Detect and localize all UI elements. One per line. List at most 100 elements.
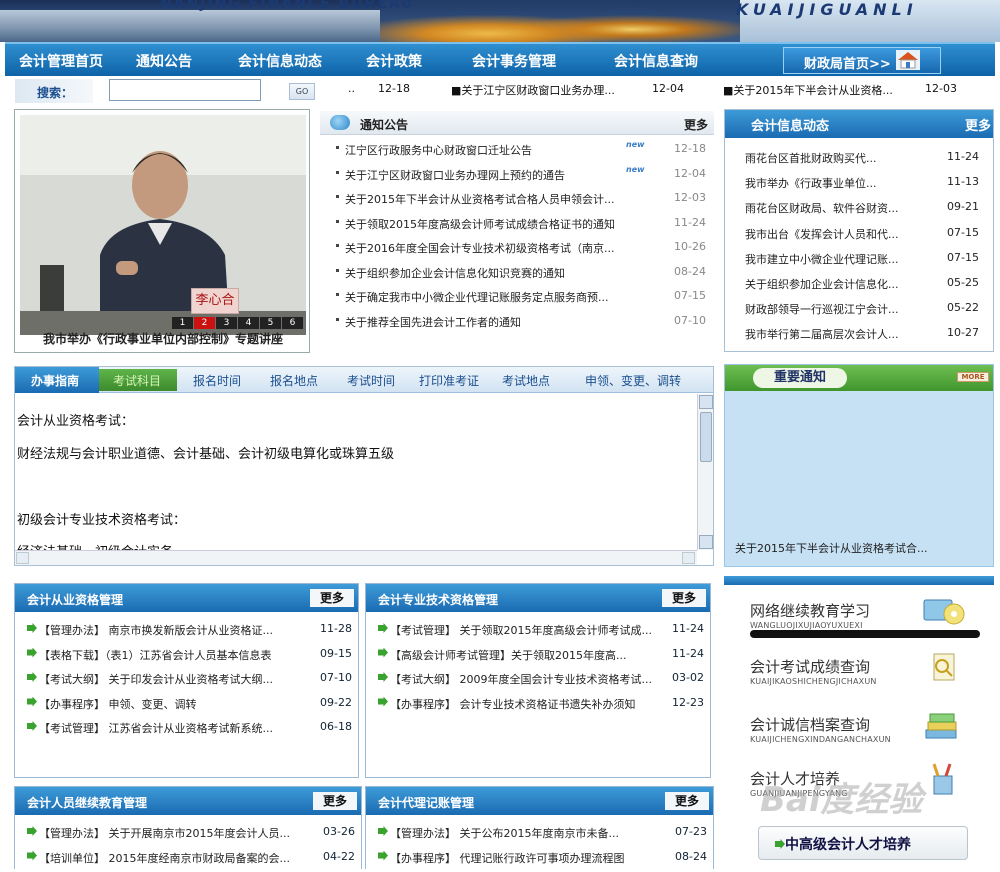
guide-horizontal-scrollbar[interactable] bbox=[15, 550, 697, 565]
list-item[interactable]: 【办事程序】 会计专业技术资格证书遗失补办须知12-23 bbox=[366, 694, 710, 719]
notice-item[interactable]: 关于推荐全国先进会计工作者的通知07-10 bbox=[320, 312, 714, 337]
list-item[interactable]: 【高级会计师考试管理】关于领取2015年度高...11-24 bbox=[366, 645, 710, 670]
photo-caption[interactable]: 我市举办《行政事业单位内部控制》专题讲座 bbox=[15, 330, 311, 347]
nav-item-dynamics[interactable]: 会计信息动态 bbox=[238, 51, 322, 71]
list-item-text[interactable]: 【办事程序】 申领、变更、调转 bbox=[39, 696, 197, 712]
notice-item-text[interactable]: 江宁区行政服务中心财政窗口迁址公告 bbox=[345, 142, 532, 158]
dynamics-item-text[interactable]: 关于组织参加企业会计信息化... bbox=[745, 276, 899, 292]
list-item[interactable]: 【管理办法】 南京市换发新版会计从业资格证...11-28 bbox=[15, 620, 358, 645]
slide-dot[interactable]: 4 bbox=[238, 317, 259, 329]
slide-dot-active[interactable]: 2 bbox=[194, 317, 215, 329]
notice-item[interactable]: 关于领取2015年度高级会计师考试成绩合格证书的通知11-24 bbox=[320, 214, 714, 239]
slide-dot[interactable]: 5 bbox=[260, 317, 281, 329]
list-item-text[interactable]: 【管理办法】 关于公布2015年度南京市未备... bbox=[390, 825, 619, 841]
list-item[interactable]: 【考试大纲】 2009年度全国会计专业技术资格考试...03-02 bbox=[366, 669, 710, 694]
list-item[interactable]: 我市出台《发挥会计人员和代...07-15 bbox=[725, 223, 993, 248]
notice-item[interactable]: 关于2015年下半会计从业资格考试合格人员申领会计...12-03 bbox=[320, 189, 714, 214]
finance-bureau-home-button[interactable]: 财政局首页>> bbox=[783, 47, 941, 74]
box-more-link[interactable]: 更多 bbox=[662, 589, 706, 607]
tab-apply-change-transfer[interactable]: 申领、变更、调转 bbox=[585, 372, 681, 389]
notice-item-text[interactable]: 关于2016年度全国会计专业技术初级资格考试（南京... bbox=[345, 240, 614, 256]
box-more-link[interactable]: 更多 bbox=[310, 589, 354, 607]
notice-item[interactable]: 关于2016年度全国会计专业技术初级资格考试（南京...10-26 bbox=[320, 238, 714, 263]
senior-talent-cultivation-button[interactable]: 中高级会计人才培养 bbox=[758, 826, 968, 860]
link-exam-score-query[interactable]: 会计考试成绩查询 KUAIJIKAOSHICHENGJICHAXUN bbox=[750, 656, 1000, 686]
dynamics-item-text[interactable]: 我市出台《发挥会计人员和代... bbox=[745, 226, 899, 242]
list-item-text[interactable]: 【考试大纲】 2009年度全国会计专业技术资格考试... bbox=[390, 671, 652, 687]
list-item-text[interactable]: 【考试管理】 关于领取2015年度高级会计师考试成... bbox=[390, 622, 652, 638]
lecture-photo[interactable] bbox=[20, 115, 306, 335]
tab-print-admission[interactable]: 打印准考证 bbox=[419, 372, 479, 389]
dynamics-item-text[interactable]: 我市建立中小微企业代理记账... bbox=[745, 251, 899, 267]
nav-item-affairs[interactable]: 会计事务管理 bbox=[472, 51, 556, 71]
tab-exam-place[interactable]: 考试地点 bbox=[502, 372, 550, 389]
list-item[interactable]: 【考试管理】 关于领取2015年度高级会计师考试成...11-24 bbox=[366, 620, 710, 645]
list-item[interactable]: 【考试大纲】 关于印发会计从业资格考试大纲...07-10 bbox=[15, 669, 358, 694]
list-item-text[interactable]: 【办事程序】 会计专业技术资格证书遗失补办须知 bbox=[390, 696, 636, 712]
dynamics-item-text[interactable]: 我市举行第二届高层次会计人... bbox=[745, 326, 899, 342]
link-online-education[interactable]: 网络继续教育学习 WANGLUOJIXUJIAOYUXUEXI bbox=[750, 600, 1000, 630]
dynamics-item-text[interactable]: 雨花台区首批财政购买代... bbox=[745, 150, 877, 166]
list-item-text[interactable]: 【管理办法】 关于开展南京市2015年度会计人员... bbox=[39, 825, 290, 841]
list-item[interactable]: 【管理办法】 关于公布2015年度南京市未备...07-23 bbox=[366, 823, 713, 848]
slide-dot[interactable]: 1 bbox=[172, 317, 193, 329]
notice-item[interactable]: 关于确定我市中小微企业代理记账服务定点服务商预...07-15 bbox=[320, 287, 714, 312]
scroll-right-arrow-icon[interactable] bbox=[682, 552, 695, 564]
list-item-text[interactable]: 【考试大纲】 关于印发会计从业资格考试大纲... bbox=[39, 671, 273, 687]
notice-item-text[interactable]: 关于组织参加企业会计信息化知识竞赛的通知 bbox=[345, 265, 565, 281]
notice-more-link[interactable]: 更多 bbox=[684, 116, 708, 133]
search-input[interactable] bbox=[109, 79, 261, 101]
list-item[interactable]: 【考试管理】 江苏省会计从业资格考试新系统...06-18 bbox=[15, 718, 358, 743]
nav-item-notice[interactable]: 通知公告 bbox=[136, 51, 192, 71]
box-more-link[interactable]: 更多 bbox=[665, 792, 709, 810]
box-more-link[interactable]: 更多 bbox=[313, 792, 357, 810]
list-item-text[interactable]: 【培训单位】 2015年度经南京市财政局备案的会... bbox=[39, 850, 290, 866]
list-item-text[interactable]: 【高级会计师考试管理】关于领取2015年度高... bbox=[390, 647, 626, 663]
list-item[interactable]: 【管理办法】 关于开展南京市2015年度会计人员...03-26 bbox=[15, 823, 361, 848]
important-more-button[interactable]: MORE bbox=[957, 372, 989, 382]
nav-item-query[interactable]: 会计信息查询 bbox=[614, 51, 698, 71]
tab-registration-time[interactable]: 报名时间 bbox=[193, 372, 241, 389]
ticker-text[interactable]: ■关于2015年下半会计从业资格... bbox=[723, 82, 893, 98]
scroll-down-arrow-icon[interactable] bbox=[699, 535, 713, 549]
scroll-thumb[interactable] bbox=[700, 412, 712, 462]
nav-item-policy[interactable]: 会计政策 bbox=[366, 51, 422, 71]
important-item-text[interactable]: 关于2015年下半会计从业资格考试合... bbox=[735, 540, 927, 556]
notice-item-text[interactable]: 关于2015年下半会计从业资格考试合格人员申领会计... bbox=[345, 191, 614, 207]
notice-item-text[interactable]: 关于确定我市中小微企业代理记账服务定点服务商预... bbox=[345, 289, 609, 305]
notice-item[interactable]: 关于组织参加企业会计信息化知识竞赛的通知08-24 bbox=[320, 263, 714, 288]
guide-vertical-scrollbar[interactable] bbox=[697, 394, 713, 550]
list-item-text[interactable]: 【办事程序】 代理记账行政许可事项办理流程图 bbox=[390, 850, 625, 866]
dynamics-item-text[interactable]: 财政部领导一行巡视江宁会计... bbox=[745, 301, 899, 317]
nav-item-home[interactable]: 会计管理首页 bbox=[19, 51, 103, 71]
list-item-text[interactable]: 【表格下载】（表1）江苏省会计人员基本信息表 bbox=[39, 647, 272, 663]
ticker-text[interactable]: .. bbox=[348, 82, 355, 95]
dynamics-more-link[interactable]: 更多 bbox=[965, 115, 991, 134]
list-item[interactable]: 雨花台区首批财政购买代...11-24 bbox=[725, 147, 993, 172]
scroll-up-arrow-icon[interactable] bbox=[699, 395, 713, 409]
list-item[interactable]: 【办事程序】 代理记账行政许可事项办理流程图08-24 bbox=[366, 848, 713, 872]
list-item[interactable]: 财政部领导一行巡视江宁会计...05-22 bbox=[725, 298, 993, 323]
search-go-button[interactable]: GO bbox=[289, 83, 315, 100]
notice-item[interactable]: 关于江宁区财政窗口业务办理网上预约的通告new12-04 bbox=[320, 165, 714, 190]
list-item[interactable]: 【培训单位】 2015年度经南京市财政局备案的会...04-22 bbox=[15, 848, 361, 872]
tab-registration-place[interactable]: 报名地点 bbox=[270, 372, 318, 389]
dynamics-item-text[interactable]: 我市举办《行政事业单位... bbox=[745, 175, 877, 191]
list-item-text[interactable]: 【管理办法】 南京市换发新版会计从业资格证... bbox=[39, 622, 273, 638]
list-item[interactable]: 【办事程序】 申领、变更、调转09-22 bbox=[15, 694, 358, 719]
list-item[interactable]: 我市建立中小微企业代理记账...07-15 bbox=[725, 248, 993, 273]
ticker-text[interactable]: ■关于江宁区财政窗口业务办理... bbox=[451, 82, 615, 98]
dynamics-item-text[interactable]: 雨花台区财政局、软件谷财资... bbox=[745, 200, 899, 216]
notice-item-text[interactable]: 关于推荐全国先进会计工作者的通知 bbox=[345, 314, 521, 330]
list-item-text[interactable]: 【考试管理】 江苏省会计从业资格考试新系统... bbox=[39, 720, 273, 736]
slide-dot[interactable]: 3 bbox=[216, 317, 237, 329]
list-item[interactable]: 我市举办《行政事业单位...11-13 bbox=[725, 172, 993, 197]
scroll-left-arrow-icon[interactable] bbox=[16, 552, 29, 564]
notice-item[interactable]: 江宁区行政服务中心财政窗口迁址公告new12-18 bbox=[320, 140, 714, 165]
tab-exam-time[interactable]: 考试时间 bbox=[347, 372, 395, 389]
notice-item-text[interactable]: 关于领取2015年度高级会计师考试成绩合格证书的通知 bbox=[345, 216, 615, 232]
list-item[interactable]: 【表格下载】（表1）江苏省会计人员基本信息表09-15 bbox=[15, 645, 358, 670]
notice-item-text[interactable]: 关于江宁区财政窗口业务办理网上预约的通告 bbox=[345, 167, 565, 183]
link-integrity-archive-query[interactable]: 会计诚信档案查询 KUAIJICHENGXINDANGANCHAXUN bbox=[750, 714, 1000, 744]
list-item[interactable]: 关于组织参加企业会计信息化...05-25 bbox=[725, 273, 993, 298]
